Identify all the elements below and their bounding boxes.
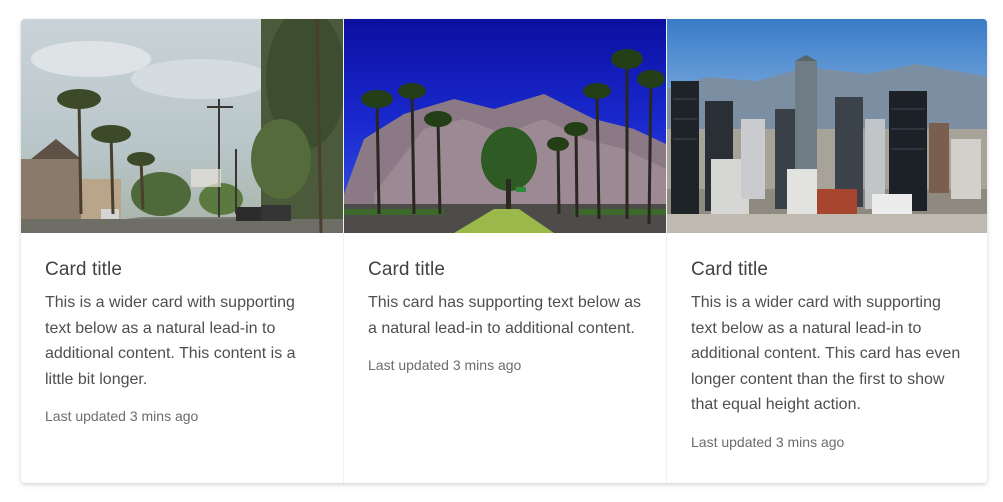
card-text: This is a wider card with supporting tex… — [45, 294, 296, 388]
card-title: Card title — [368, 259, 446, 280]
card-3: Card title This is a wider card with sup… — [666, 19, 987, 483]
city-skyline-image — [667, 19, 987, 233]
desert-mountain-road-image — [344, 19, 666, 233]
card-1: Card title This is a wider card with sup… — [21, 19, 343, 483]
last-updated-text: Last updated 3 mins ago — [691, 433, 845, 450]
card-group: Card title This is a wider card with sup… — [21, 19, 987, 483]
card-2: Card title This card has supporting text… — [343, 19, 666, 483]
card-text: This is a wider card with supporting tex… — [691, 294, 961, 413]
card-title: Card title — [691, 259, 769, 280]
last-updated-text: Last updated 3 mins ago — [368, 357, 522, 373]
last-updated-text: Last updated 3 mins ago — [45, 408, 199, 424]
card-title: Card title — [45, 259, 123, 280]
palm-street-image — [21, 19, 343, 233]
card-text: This card has supporting text below as a… — [368, 294, 642, 337]
